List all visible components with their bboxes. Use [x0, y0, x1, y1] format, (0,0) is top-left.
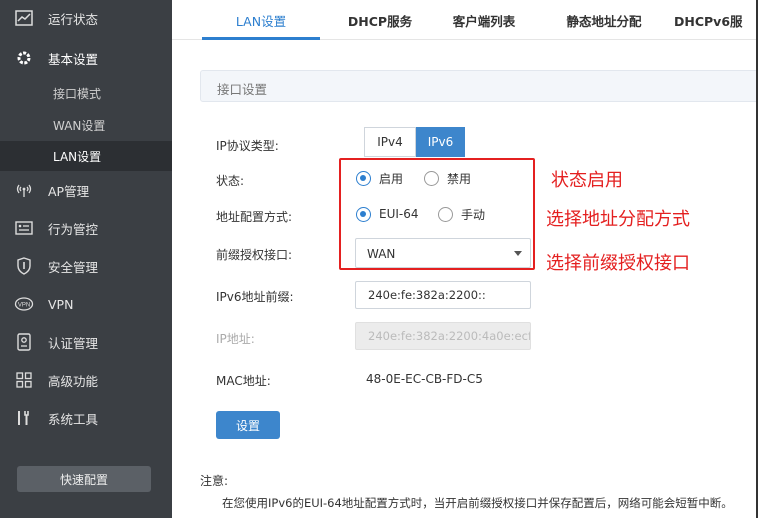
sidebar: 运行状态 基本设置 接口模式 WAN设置 LAN设置 AP管理 行为管控 安全管…: [0, 0, 172, 518]
sidebar-item-status[interactable]: 运行状态: [0, 0, 172, 36]
sidebar-subitem-lan[interactable]: LAN设置: [0, 141, 172, 171]
section-title: 接口设置: [217, 82, 268, 97]
tab-dhcp-service[interactable]: DHCP服务: [332, 0, 428, 40]
sidebar-item-label: 基本设置: [48, 51, 99, 67]
shield-icon: [14, 256, 34, 276]
tab-bar: LAN设置 DHCP服务 客户端列表 静态地址分配 DHCPv6服: [172, 0, 758, 40]
note-text: 在您使用IPv6的EUI-64地址配置方式时，当开启前缀授权接口并保存配置后，网…: [222, 496, 733, 510]
grid-icon: [14, 370, 34, 390]
sidebar-item-label: 安全管理: [48, 259, 99, 275]
ipv4-toggle[interactable]: IPv4: [364, 127, 416, 157]
sidebar-item-label: 行为管控: [48, 221, 99, 237]
sidebar-item-label: AP管理: [48, 183, 90, 199]
sidebar-item-label: 认证管理: [48, 335, 99, 351]
mac-value: 48-0E-EC-CB-FD-C5: [366, 372, 483, 386]
sidebar-subitem-wan[interactable]: WAN设置: [0, 110, 172, 140]
status-label: 状态:: [216, 174, 245, 188]
sidebar-item-label: VPN: [48, 296, 74, 312]
ipv6-prefix-label: IPv6地址前缀:: [216, 290, 294, 304]
sidebar-item-auth[interactable]: 认证管理: [0, 324, 172, 360]
prefix-iface-label: 前缀授权接口:: [216, 248, 293, 262]
sidebar-item-advanced[interactable]: 高级功能: [0, 362, 172, 398]
sidebar-item-ap[interactable]: AP管理: [0, 172, 172, 208]
gear-icon: [14, 48, 34, 68]
sidebar-subitem-label: LAN设置: [53, 149, 102, 164]
tab-client-list[interactable]: 客户端列表: [434, 0, 534, 40]
annotation-prefix: 选择前缀授权接口: [546, 253, 690, 274]
chart-icon: [14, 8, 34, 28]
active-tab-indicator: [202, 37, 320, 40]
addr-mode-label: 地址配置方式:: [216, 210, 293, 224]
tools-icon: [14, 408, 34, 428]
sidebar-item-vpn[interactable]: VPN VPN: [0, 286, 172, 322]
auth-icon: [14, 332, 34, 352]
annotation-highlight-box: [339, 158, 535, 270]
annotation-status: 状态启用: [551, 170, 623, 191]
sidebar-item-system-tools[interactable]: 系统工具: [0, 400, 172, 436]
sidebar-subitem-label: WAN设置: [53, 118, 106, 133]
sidebar-item-label: 高级功能: [48, 373, 99, 389]
ip-addr-input: [355, 322, 531, 350]
control-icon: [14, 218, 34, 238]
sidebar-subitem-label: 接口模式: [53, 86, 102, 101]
quick-config-button[interactable]: 快速配置: [17, 466, 151, 492]
sidebar-item-label: 系统工具: [48, 411, 99, 427]
svg-text:VPN: VPN: [18, 303, 30, 309]
tab-lan-settings[interactable]: LAN设置: [202, 0, 320, 40]
mac-label: MAC地址:: [216, 374, 271, 388]
set-button[interactable]: 设置: [216, 411, 280, 439]
sidebar-item-basic-settings[interactable]: 基本设置: [0, 40, 172, 76]
note-title: 注意:: [200, 474, 229, 488]
vpn-icon: VPN: [14, 294, 34, 314]
sidebar-item-security[interactable]: 安全管理: [0, 248, 172, 284]
ipv6-toggle[interactable]: IPv6: [416, 127, 465, 157]
tab-static-address[interactable]: 静态地址分配: [544, 0, 664, 40]
wireless-ap-icon: [14, 180, 34, 200]
section-header: 接口设置: [200, 70, 758, 102]
annotation-addr-mode: 选择地址分配方式: [546, 209, 690, 230]
ip-addr-label: IP地址:: [216, 332, 255, 346]
sidebar-subitem-interface-mode[interactable]: 接口模式: [0, 78, 172, 108]
ipv6-prefix-input[interactable]: [355, 281, 531, 309]
ip-type-label: IP协议类型:: [216, 139, 279, 153]
tab-dhcpv6[interactable]: DHCPv6服: [674, 0, 758, 40]
sidebar-item-behavior[interactable]: 行为管控: [0, 210, 172, 246]
sidebar-item-label: 运行状态: [48, 11, 99, 27]
